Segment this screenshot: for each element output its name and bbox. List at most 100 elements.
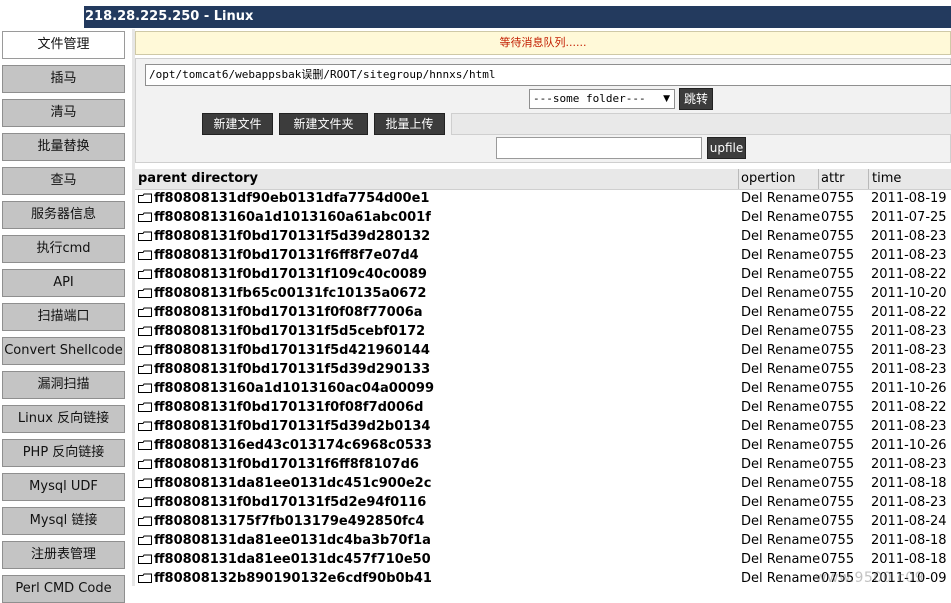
new-folder-button[interactable]: 新建文件夹 <box>279 113 368 135</box>
row-attr: 0755 <box>821 191 855 206</box>
sidebar-item-insert-trojan[interactable]: 插马 <box>2 65 125 93</box>
row-operations[interactable]: Del Rename <box>741 550 820 569</box>
folder-name-link[interactable]: ff80808131da81ee0131dc457f710e50 <box>154 550 431 569</box>
row-time: 2011-08-23 <box>871 495 947 510</box>
row-operations[interactable]: Del Rename <box>741 303 820 322</box>
file-table: parent directory opertion attr time ff80… <box>135 169 951 586</box>
folder-icon <box>138 421 152 431</box>
header-attr: attr <box>821 171 845 186</box>
row-operations[interactable]: Del Rename <box>741 208 820 227</box>
column-divider <box>738 169 739 189</box>
folder-icon <box>138 554 152 564</box>
folder-name-link[interactable]: ff80808131f0bd170131f6ff8f7e07d4 <box>154 246 419 265</box>
sidebar-item-linux-reverse[interactable]: Linux 反向链接 <box>2 405 125 433</box>
row-time: 2011-08-23 <box>871 343 947 358</box>
row-operations[interactable]: Del Rename <box>741 227 820 246</box>
row-operations[interactable]: Del Rename <box>741 569 820 586</box>
jump-button[interactable]: 跳转 <box>679 88 713 110</box>
folder-name-link[interactable]: ff80808131df90eb0131dfa7754d00e1 <box>154 189 429 208</box>
table-row: ff80808131f0bd170131f5d39d2b0134 Del Rena… <box>135 417 951 436</box>
folder-name-link[interactable]: ff8080813160a1d1013160a61abc001f <box>154 208 431 227</box>
upfile-button[interactable]: upfile <box>707 137 746 159</box>
row-attr: 0755 <box>821 514 855 529</box>
top-bar: 218.28.225.250 - Linux <box>0 0 951 29</box>
folder-name-link[interactable]: ff808081316ed43c013174c6968c0533 <box>154 436 432 455</box>
sidebar-item-file-manager[interactable]: 文件管理 <box>2 31 125 59</box>
column-divider <box>868 169 869 189</box>
folder-icon <box>138 288 152 298</box>
sidebar-item-convert-shellcode[interactable]: Convert Shellcode <box>2 337 125 365</box>
row-operations[interactable]: Del Rename <box>741 474 820 493</box>
folder-icon <box>138 326 152 336</box>
folder-name-link[interactable]: ff80808131fb65c00131fc10135a0672 <box>154 284 426 303</box>
row-operations[interactable]: Del Rename <box>741 531 820 550</box>
sidebar-item-mysql-udf[interactable]: Mysql UDF <box>2 473 125 501</box>
folder-name-link[interactable]: ff80808132b890190132e6cdf90b0b41 <box>154 569 432 586</box>
folder-name-link[interactable]: ff80808131f0bd170131f5d39d280132 <box>154 227 430 246</box>
sidebar-item-perl-cmd[interactable]: Perl CMD Code <box>2 575 125 603</box>
row-attr: 0755 <box>821 438 855 453</box>
row-operations[interactable]: Del Rename <box>741 436 820 455</box>
folder-select[interactable]: ---some folder--- ▼ <box>529 89 675 109</box>
sidebar-item-clean-trojan[interactable]: 清马 <box>2 99 125 127</box>
row-operations[interactable]: Del Rename <box>741 398 820 417</box>
batch-upload-field[interactable] <box>451 113 951 135</box>
row-operations[interactable]: Del Rename <box>741 360 820 379</box>
folder-name-link[interactable]: ff80808131f0bd170131f0f08f77006a <box>154 303 423 322</box>
row-time: 2011-08-23 <box>871 248 947 263</box>
folder-name-link[interactable]: ff80808131f0bd170131f5d39d2b0134 <box>154 417 430 436</box>
row-operations[interactable]: Del Rename <box>741 417 820 436</box>
sidebar-item-port-scan[interactable]: 扫描端口 <box>2 303 125 331</box>
folder-icon <box>138 231 152 241</box>
row-operations[interactable]: Del Rename <box>741 284 820 303</box>
table-row: ff80808131f0bd170131f5d2e94f0116 Del Rena… <box>135 493 951 512</box>
folder-name-link[interactable]: ff80808131f0bd170131f5d421960144 <box>154 341 430 360</box>
header-time: time <box>872 171 902 186</box>
header-parent-directory[interactable]: parent directory <box>138 169 258 189</box>
row-operations[interactable]: Del Rename <box>741 379 820 398</box>
folder-icon <box>138 535 152 545</box>
sidebar-item-api[interactable]: API <box>2 269 125 297</box>
row-time: 2011-08-18 <box>871 552 947 567</box>
row-operations[interactable]: Del Rename <box>741 512 820 531</box>
row-operations[interactable]: Del Rename <box>741 322 820 341</box>
sidebar-item-server-info[interactable]: 服务器信息 <box>2 201 125 229</box>
sidebar-item-batch-replace[interactable]: 批量替换 <box>2 133 125 161</box>
folder-name-link[interactable]: ff80808131f0bd170131f5d2e94f0116 <box>154 493 426 512</box>
folder-name-link[interactable]: ff80808131f0bd170131f6ff8f8107d6 <box>154 455 419 474</box>
sidebar-item-php-reverse[interactable]: PHP 反向链接 <box>2 439 125 467</box>
row-operations[interactable]: Del Rename <box>741 189 820 208</box>
row-attr: 0755 <box>821 476 855 491</box>
folder-name-link[interactable]: ff80808131f0bd170131f5d5cebf0172 <box>154 322 425 341</box>
table-row: ff80808131f0bd170131f0f08f77006a Del Rena… <box>135 303 951 322</box>
row-operations[interactable]: Del Rename <box>741 265 820 284</box>
row-operations[interactable]: Del Rename <box>741 455 820 474</box>
folder-icon <box>138 269 152 279</box>
header-operation: opertion <box>741 171 796 186</box>
folder-name-link[interactable]: ff80808131f0bd170131f5d39d290133 <box>154 360 430 379</box>
sidebar-item-mysql-link[interactable]: Mysql 链接 <box>2 507 125 535</box>
row-attr: 0755 <box>821 495 855 510</box>
row-operations[interactable]: Del Rename <box>741 341 820 360</box>
folder-icon <box>138 193 152 203</box>
folder-name-link[interactable]: ff80808131da81ee0131dc4ba3b70f1a <box>154 531 431 550</box>
table-row: ff80808131f0bd170131f0f08f7d006d Del Rena… <box>135 398 951 417</box>
folder-name-link[interactable]: ff80808131da81ee0131dc451c900e2c <box>154 474 431 493</box>
upfile-input[interactable] <box>496 137 702 159</box>
sidebar-item-vuln-scan[interactable]: 漏洞扫描 <box>2 371 125 399</box>
new-file-button[interactable]: 新建文件 <box>202 113 273 135</box>
path-input[interactable]: /opt/tomcat6/webappsbak误删/ROOT/sitegroup… <box>145 64 951 86</box>
row-time: 2011-08-23 <box>871 457 947 472</box>
row-operations[interactable]: Del Rename <box>741 493 820 512</box>
folder-name-link[interactable]: ff8080813160a1d1013160ac04a00099 <box>154 379 434 398</box>
row-operations[interactable]: Del Rename <box>741 246 820 265</box>
table-row: ff80808131f0bd170131f6ff8f7e07d4 Del Rena… <box>135 246 951 265</box>
sidebar-item-registry[interactable]: 注册表管理 <box>2 541 125 569</box>
folder-name-link[interactable]: ff80808131f0bd170131f0f08f7d006d <box>154 398 423 417</box>
row-attr: 0755 <box>821 248 855 263</box>
folder-name-link[interactable]: ff80808131f0bd170131f109c40c0089 <box>154 265 427 284</box>
sidebar-item-scan-trojan[interactable]: 查马 <box>2 167 125 195</box>
folder-name-link[interactable]: ff8080813175f7fb013179e492850fc4 <box>154 512 424 531</box>
sidebar-item-exec-cmd[interactable]: 执行cmd <box>2 235 125 263</box>
batch-upload-button[interactable]: 批量上传 <box>374 113 445 135</box>
